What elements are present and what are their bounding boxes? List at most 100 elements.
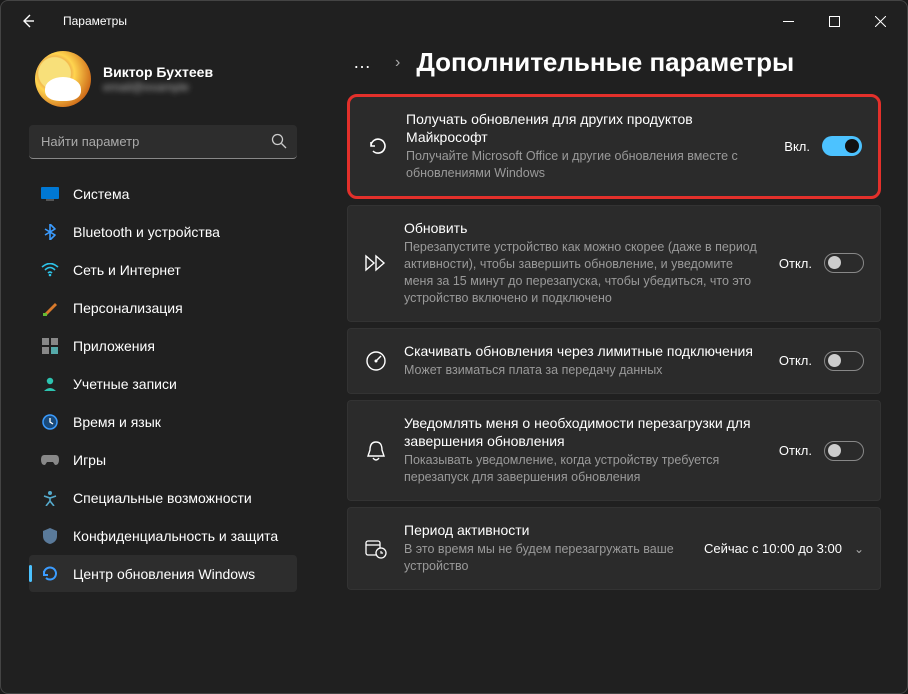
nav-list: Система Bluetooth и устройства Сеть и Ин… bbox=[29, 175, 297, 592]
arrow-left-icon bbox=[20, 13, 36, 29]
nav-time-language[interactable]: Время и язык bbox=[29, 403, 297, 440]
nav-label: Игры bbox=[73, 452, 106, 468]
window-controls bbox=[765, 5, 903, 37]
card-title: Скачивать обновления через лимитные подк… bbox=[404, 343, 765, 361]
nav-apps[interactable]: Приложения bbox=[29, 327, 297, 364]
shield-icon bbox=[41, 527, 59, 545]
content-area: … › Дополнительные параметры Получать об… bbox=[311, 41, 907, 693]
window-title: Параметры bbox=[63, 14, 127, 28]
nav-label: Система bbox=[73, 186, 129, 202]
chevron-down-icon: ⌄ bbox=[854, 542, 864, 556]
toggle-label: Откл. bbox=[779, 353, 812, 368]
nav-label: Bluetooth и устройства bbox=[73, 224, 220, 240]
gamepad-icon bbox=[41, 451, 59, 469]
card-control: Откл. bbox=[779, 253, 864, 273]
accessibility-icon bbox=[41, 489, 59, 507]
toggle-switch[interactable] bbox=[824, 351, 864, 371]
card-desc: В это время мы не будем перезагружать ва… bbox=[404, 541, 690, 575]
update-icon bbox=[41, 565, 59, 583]
nav-network[interactable]: Сеть и Интернет bbox=[29, 251, 297, 288]
card-body: Скачивать обновления через лимитные подк… bbox=[404, 343, 765, 379]
card-control: Вкл. bbox=[784, 136, 862, 156]
profile-name: Виктор Бухтеев bbox=[103, 64, 213, 80]
card-title: Получать обновления для других продуктов… bbox=[406, 111, 770, 146]
back-button[interactable] bbox=[11, 4, 45, 38]
card-control: Откл. bbox=[779, 351, 864, 371]
clock-icon bbox=[41, 413, 59, 431]
card-desc: Получайте Microsoft Office и другие обно… bbox=[406, 148, 770, 182]
nav-accessibility[interactable]: Специальные возможности bbox=[29, 479, 297, 516]
page-title: Дополнительные параметры bbox=[416, 47, 794, 78]
card-desc: Перезапустите устройство как можно скоре… bbox=[404, 239, 765, 307]
card-notify-restart[interactable]: Уведомлять меня о необходимости перезагр… bbox=[347, 400, 881, 501]
nav-label: Специальные возможности bbox=[73, 490, 252, 506]
nav-windows-update[interactable]: Центр обновления Windows bbox=[29, 555, 297, 592]
nav-privacy[interactable]: Конфиденциальность и защита bbox=[29, 517, 297, 554]
card-title: Уведомлять меня о необходимости перезагр… bbox=[404, 415, 765, 450]
minimize-button[interactable] bbox=[765, 5, 811, 37]
toggle-switch[interactable] bbox=[822, 136, 862, 156]
toggle-switch[interactable] bbox=[824, 253, 864, 273]
nav-label: Сеть и Интернет bbox=[73, 262, 181, 278]
card-control: Сейчас с 10:00 до 3:00 ⌄ bbox=[704, 541, 864, 556]
brush-icon bbox=[41, 299, 59, 317]
toggle-switch[interactable] bbox=[824, 441, 864, 461]
profile-email: email@example bbox=[103, 80, 213, 94]
profile-text: Виктор Бухтеев email@example bbox=[103, 64, 213, 94]
card-body: Уведомлять меня о необходимости перезагр… bbox=[404, 415, 765, 486]
breadcrumb-overflow[interactable]: … bbox=[347, 48, 379, 77]
card-control: Откл. bbox=[779, 441, 864, 461]
fast-forward-icon bbox=[362, 254, 390, 272]
card-body: Период активности В это время мы не буде… bbox=[404, 522, 690, 575]
nav-gaming[interactable]: Игры bbox=[29, 441, 297, 478]
nav-system[interactable]: Система bbox=[29, 175, 297, 212]
bell-icon bbox=[362, 440, 390, 462]
card-title: Обновить bbox=[404, 220, 765, 238]
sidebar: Виктор Бухтеев email@example Система Blu… bbox=[1, 41, 311, 693]
person-icon bbox=[41, 375, 59, 393]
meter-icon bbox=[362, 350, 390, 372]
search-input[interactable] bbox=[29, 125, 297, 159]
nav-accounts[interactable]: Учетные записи bbox=[29, 365, 297, 402]
nav-label: Время и язык bbox=[73, 414, 161, 430]
card-metered[interactable]: Скачивать обновления через лимитные подк… bbox=[347, 328, 881, 394]
card-restart-asap[interactable]: Обновить Перезапустите устройство как мо… bbox=[347, 205, 881, 322]
body: Виктор Бухтеев email@example Система Blu… bbox=[1, 41, 907, 693]
profile-block[interactable]: Виктор Бухтеев email@example bbox=[29, 47, 297, 121]
card-title: Период активности bbox=[404, 522, 690, 540]
titlebar: Параметры bbox=[1, 1, 907, 41]
wifi-icon bbox=[41, 261, 59, 279]
card-desc: Показывать уведомление, когда устройству… bbox=[404, 452, 765, 486]
nav-label: Конфиденциальность и защита bbox=[73, 528, 278, 544]
nav-personalization[interactable]: Персонализация bbox=[29, 289, 297, 326]
search-box bbox=[29, 125, 297, 159]
nav-label: Центр обновления Windows bbox=[73, 566, 255, 582]
card-desc: Может взиматься плата за передачу данных bbox=[404, 362, 765, 379]
card-other-products[interactable]: Получать обновления для других продуктов… bbox=[347, 94, 881, 199]
toggle-label: Откл. bbox=[779, 256, 812, 271]
search-icon bbox=[271, 133, 287, 149]
maximize-button[interactable] bbox=[811, 5, 857, 37]
card-active-hours[interactable]: Период активности В это время мы не буде… bbox=[347, 507, 881, 590]
nav-label: Приложения bbox=[73, 338, 155, 354]
apps-icon bbox=[41, 337, 59, 355]
close-icon bbox=[875, 16, 886, 27]
breadcrumb: … › Дополнительные параметры bbox=[347, 47, 881, 78]
sync-icon bbox=[364, 135, 392, 157]
chevron-right-icon: › bbox=[395, 54, 400, 72]
active-hours-value: Сейчас с 10:00 до 3:00 bbox=[704, 541, 842, 556]
calendar-clock-icon bbox=[362, 539, 390, 559]
toggle-label: Вкл. bbox=[784, 139, 810, 154]
toggle-label: Откл. bbox=[779, 443, 812, 458]
display-icon bbox=[41, 185, 59, 203]
minimize-icon bbox=[783, 16, 794, 27]
card-body: Получать обновления для других продуктов… bbox=[406, 111, 770, 182]
settings-window: Параметры Виктор Бухтеев email@example bbox=[0, 0, 908, 694]
close-button[interactable] bbox=[857, 5, 903, 37]
card-body: Обновить Перезапустите устройство как мо… bbox=[404, 220, 765, 307]
maximize-icon bbox=[829, 16, 840, 27]
nav-label: Персонализация bbox=[73, 300, 183, 316]
nav-bluetooth[interactable]: Bluetooth и устройства bbox=[29, 213, 297, 250]
bluetooth-icon bbox=[41, 223, 59, 241]
nav-label: Учетные записи bbox=[73, 376, 177, 392]
